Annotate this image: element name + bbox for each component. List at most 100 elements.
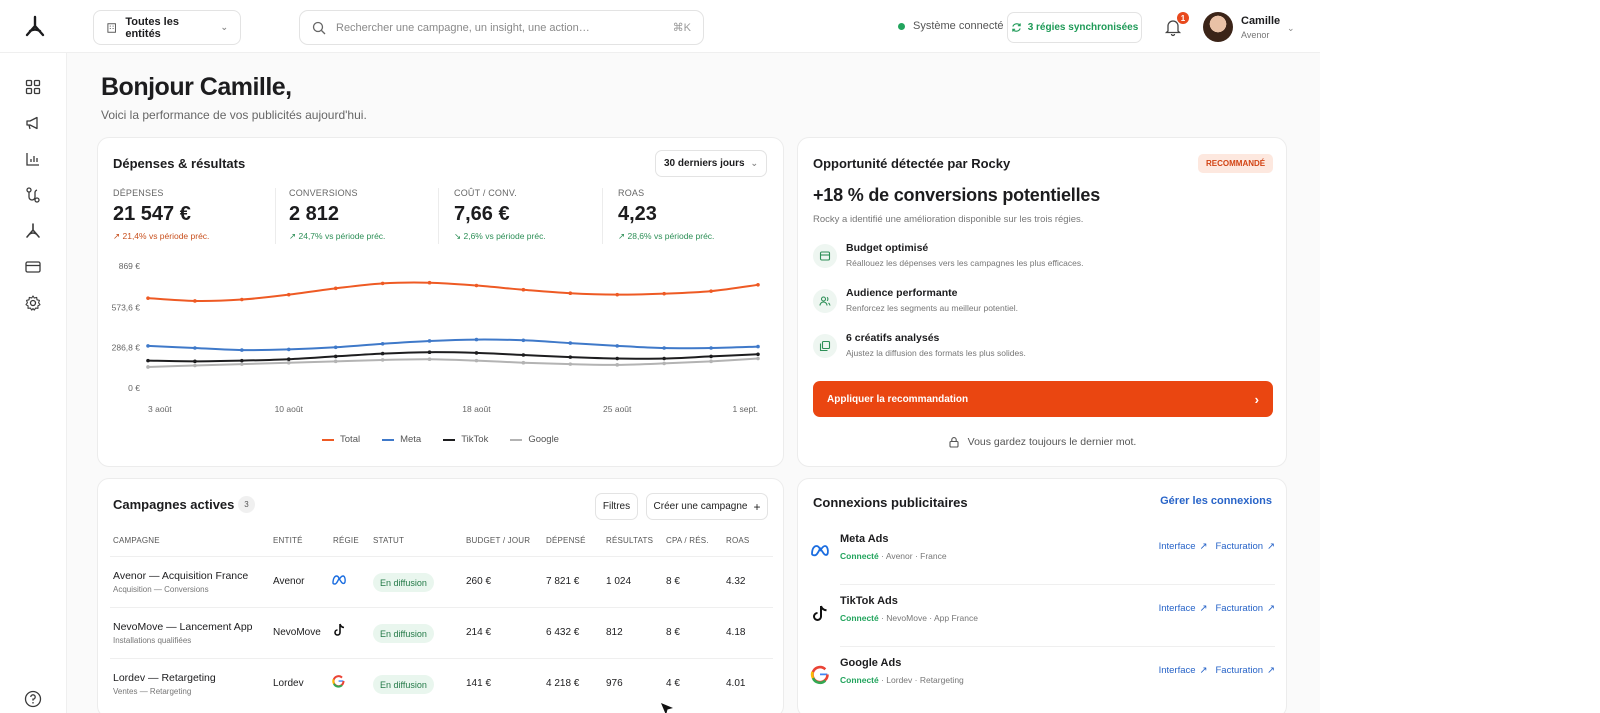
manage-connections-link[interactable]: Gérer les connexions	[1160, 495, 1272, 507]
data-point-google[interactable]	[193, 363, 197, 368]
data-point-google[interactable]	[286, 360, 291, 365]
data-point-meta[interactable]	[756, 344, 760, 349]
data-point-total[interactable]	[427, 280, 432, 285]
data-point-total[interactable]	[193, 299, 197, 303]
route-icon[interactable]	[23, 185, 43, 205]
legend-item-total[interactable]: Total	[322, 434, 360, 445]
data-point-google[interactable]	[662, 361, 666, 366]
data-point-meta[interactable]	[568, 341, 573, 345]
megaphone-icon[interactable]	[23, 113, 43, 133]
search-input[interactable]: Rechercher une campagne, un insight, une…	[336, 22, 590, 34]
connection-links: Interface ↗ Facturation ↗	[1159, 541, 1275, 552]
interface-label: Interface	[1158, 541, 1196, 552]
data-point-google[interactable]	[333, 359, 338, 364]
data-point-total[interactable]	[709, 289, 713, 293]
data-point-meta[interactable]	[146, 344, 150, 348]
legend-item-tiktok[interactable]: TikTok	[443, 434, 488, 445]
create-campaign-button[interactable]: Créer une campagne +	[646, 493, 768, 520]
data-point-google[interactable]	[756, 356, 760, 361]
data-point-total[interactable]	[286, 292, 291, 297]
data-point-total[interactable]	[380, 281, 385, 286]
data-point-meta[interactable]	[427, 339, 432, 343]
data-point-google[interactable]	[380, 358, 385, 362]
data-point-meta[interactable]	[333, 345, 338, 350]
data-point-tiktok[interactable]	[240, 358, 244, 363]
interface-link[interactable]: Interface ↗	[1159, 665, 1208, 676]
data-point-google[interactable]	[427, 357, 432, 362]
campaign-name[interactable]: Avenor — Acquisition France	[113, 570, 248, 582]
billing-link[interactable]: Facturation ↗	[1216, 541, 1276, 552]
data-point-tiktok[interactable]	[662, 356, 666, 361]
rocky-logo-icon[interactable]	[23, 221, 43, 241]
legend-item-meta[interactable]: Meta	[382, 434, 421, 445]
data-point-google[interactable]	[474, 358, 479, 363]
search-bar[interactable]: Rechercher une campagne, un insight, une…	[299, 10, 704, 45]
rocky-logo-icon[interactable]	[22, 14, 48, 40]
table-row[interactable]: Avenor — Acquisition France Acquisition —…	[110, 556, 773, 607]
data-point-tiktok[interactable]	[756, 352, 760, 357]
sync-status-button[interactable]: 3 régies synchronisées	[1007, 12, 1142, 43]
data-point-total[interactable]	[240, 297, 244, 302]
data-point-tiktok[interactable]	[427, 350, 432, 355]
chevron-down-icon[interactable]: ⌄	[1287, 23, 1295, 34]
campaigns-title: Campagnes actives	[113, 497, 235, 512]
data-point-google[interactable]	[240, 362, 244, 366]
data-point-meta[interactable]	[380, 341, 385, 346]
data-point-meta[interactable]	[521, 338, 526, 343]
system-status: Système connecté	[898, 20, 1004, 32]
bar-chart-icon[interactable]	[23, 149, 43, 169]
campaign-name[interactable]: Lordev — Retargeting	[113, 672, 216, 684]
help-icon[interactable]	[24, 690, 42, 708]
data-point-tiktok[interactable]	[521, 353, 526, 357]
data-point-google[interactable]	[521, 360, 526, 365]
data-point-google[interactable]	[615, 363, 620, 367]
data-point-tiktok[interactable]	[380, 351, 385, 356]
gear-icon[interactable]	[23, 293, 43, 313]
data-point-google[interactable]	[568, 362, 573, 366]
data-point-tiktok[interactable]	[146, 358, 150, 363]
kpi-delta: ↘ 2,6% vs période préc.	[454, 231, 546, 241]
period-selector[interactable]: 30 derniers jours ⌄	[655, 150, 767, 177]
data-point-total[interactable]	[615, 292, 620, 297]
billing-link[interactable]: Facturation ↗	[1216, 665, 1276, 676]
data-point-tiktok[interactable]	[615, 356, 620, 361]
data-point-total[interactable]	[474, 283, 479, 288]
credit-card-icon[interactable]	[23, 257, 43, 277]
interface-link[interactable]: Interface ↗	[1159, 603, 1208, 614]
legend-item-google[interactable]: Google	[510, 434, 559, 445]
data-point-google[interactable]	[146, 365, 150, 369]
interface-link[interactable]: Interface ↗	[1159, 541, 1208, 552]
data-point-google[interactable]	[709, 359, 713, 364]
feature-creatives: 6 créatifs analysés Ajustez la diffusion …	[813, 332, 1026, 358]
table-row[interactable]: NevoMove — Lancement App Installations qu…	[110, 607, 773, 658]
campaign-name[interactable]: NevoMove — Lancement App	[113, 621, 253, 633]
data-point-meta[interactable]	[240, 348, 244, 352]
billing-link[interactable]: Facturation ↗	[1216, 603, 1276, 614]
data-point-tiktok[interactable]	[474, 351, 479, 355]
data-point-total[interactable]	[146, 296, 150, 300]
data-point-tiktok[interactable]	[709, 354, 713, 359]
connected-label: Connecté	[840, 613, 879, 623]
data-point-tiktok[interactable]	[193, 359, 197, 364]
apply-recommendation-button[interactable]: Appliquer la recommandation ›	[813, 381, 1273, 417]
data-point-tiktok[interactable]	[568, 355, 573, 359]
data-point-meta[interactable]	[662, 346, 666, 350]
avatar[interactable]	[1203, 12, 1233, 42]
data-point-total[interactable]	[521, 287, 526, 292]
data-point-tiktok[interactable]	[286, 357, 291, 362]
entity-selector[interactable]: Toutes les entités ⌄	[93, 10, 241, 45]
data-point-total[interactable]	[333, 286, 338, 291]
data-point-meta[interactable]	[193, 346, 197, 350]
data-point-total[interactable]	[662, 291, 666, 296]
chevron-down-icon: ⌄	[750, 158, 758, 168]
data-point-meta[interactable]	[615, 344, 620, 348]
data-point-tiktok[interactable]	[333, 354, 338, 359]
data-point-meta[interactable]	[474, 337, 479, 342]
data-point-meta[interactable]	[286, 347, 291, 352]
user-name[interactable]: Camille	[1241, 15, 1280, 27]
filters-button[interactable]: Filtres	[595, 493, 638, 520]
data-point-meta[interactable]	[709, 346, 713, 350]
grid-icon[interactable]	[23, 77, 43, 97]
data-point-total[interactable]	[568, 291, 573, 296]
data-point-total[interactable]	[756, 283, 760, 287]
